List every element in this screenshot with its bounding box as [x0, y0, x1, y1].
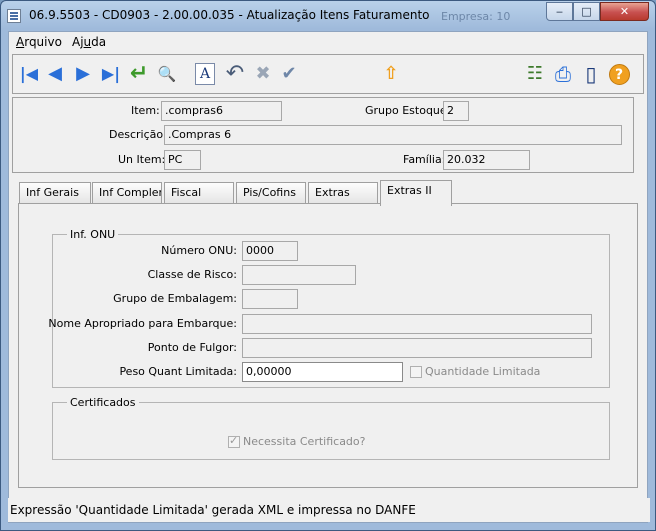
un-item-field[interactable]: PC	[164, 150, 201, 170]
edit-document-button[interactable]: A	[195, 63, 215, 85]
application-window: 06.9.5503 - CD0903 - 2.00.00.035 - Atual…	[0, 0, 656, 531]
next-record-icon: ▶	[76, 63, 90, 84]
goto-icon: ↵	[129, 61, 149, 86]
grupo-embalagem-label: Grupo de Embalagem:	[113, 292, 237, 305]
upload-button[interactable]: ⇧	[379, 61, 403, 87]
ponto-fulgor-label: Ponto de Fulgor:	[147, 341, 237, 354]
delete-button[interactable]: ✖	[251, 61, 275, 87]
quantidade-limitada-label: Quantidade Limitada	[425, 365, 541, 378]
status-bar: Expressão 'Quantidade Limitada' gerada X…	[8, 498, 650, 522]
un-item-label: Un Item:	[118, 153, 166, 166]
maximize-button[interactable]: □	[573, 2, 600, 21]
delete-icon: ✖	[255, 63, 271, 84]
exit-icon: ▯	[585, 62, 597, 86]
descricao-field[interactable]: .Compras 6	[164, 125, 622, 145]
confirm-button[interactable]: ✔	[277, 61, 301, 87]
previous-record-icon: ◀	[48, 63, 62, 84]
menu-ajuda[interactable]: Ajuda	[72, 35, 106, 49]
familia-field[interactable]: 20.032	[443, 150, 530, 170]
certificados-group-title: Certificados	[67, 396, 139, 409]
item-field[interactable]: .compras6	[161, 101, 282, 121]
upload-icon: ⇧	[383, 63, 399, 84]
certificados-group: Certificados Necessita Certificado?	[52, 396, 610, 460]
confirm-icon: ✔	[281, 63, 297, 84]
tab-inf-complementares[interactable]: Inf Complementares	[92, 182, 162, 204]
search-icon: 🔍	[157, 65, 177, 83]
last-record-button[interactable]: ▶|	[99, 61, 123, 87]
numero-onu-field[interactable]: 0000	[242, 241, 298, 261]
quantidade-limitada-checkbox[interactable]	[410, 366, 422, 378]
undo-button[interactable]: ↶	[223, 61, 247, 87]
undo-icon: ↶	[225, 61, 245, 86]
inf-onu-group-title: Inf. ONU	[67, 228, 119, 241]
tree-icon: ☷	[526, 63, 544, 84]
print-icon: ⎙	[555, 62, 571, 86]
app-icon	[7, 9, 21, 23]
goto-button[interactable]: ↵	[127, 61, 151, 87]
tree-button[interactable]: ☷	[523, 61, 547, 87]
inf-onu-group: Inf. ONU Número ONU: 0000 Classe de Risc…	[48, 228, 610, 388]
search-button[interactable]: 🔍	[155, 61, 179, 87]
descricao-label: Descrição:	[109, 128, 167, 141]
menu-arquivo[interactable]: Arquivo	[16, 35, 62, 49]
tab-fiscal[interactable]: Fiscal	[164, 182, 234, 204]
first-record-button[interactable]: |◀	[17, 61, 41, 87]
tab-extras-ii[interactable]: Extras II	[380, 180, 452, 206]
print-button[interactable]: ⎙	[551, 61, 575, 87]
classe-risco-field[interactable]	[242, 265, 356, 285]
grupo-embalagem-field[interactable]	[242, 289, 298, 309]
tab-pis-cofins[interactable]: Pis/Cofins	[236, 182, 306, 204]
numero-onu-label: Número ONU:	[161, 244, 237, 257]
next-record-button[interactable]: ▶	[71, 61, 95, 87]
first-record-icon: |◀	[19, 64, 39, 83]
last-record-icon: ▶|	[101, 64, 121, 83]
help-icon: ?	[608, 64, 630, 85]
grupo-estoque-field[interactable]: 2	[443, 101, 469, 121]
menu-bar: Arquivo Ajuda	[9, 32, 647, 52]
exit-button[interactable]: ▯	[579, 61, 603, 87]
tab-strip: Inf Gerais Inf Complementares Fiscal Pis…	[18, 180, 638, 206]
item-label: Item:	[131, 104, 160, 117]
minimize-button[interactable]: ‒	[546, 2, 573, 21]
tab-extras[interactable]: Extras	[308, 182, 378, 204]
close-button[interactable]: ✕	[600, 2, 649, 21]
help-button[interactable]: ?	[607, 61, 631, 87]
grupo-estoque-label: Grupo Estoque:	[365, 104, 451, 117]
toolbar: |◀ ◀ ▶ ▶| ↵ 🔍 A ↶ ✖ ✔ ⇧ ☷ ⎙ ▯ ?	[12, 54, 644, 94]
ponto-fulgor-field[interactable]	[242, 338, 592, 358]
necessita-certificado-label: Necessita Certificado?	[243, 435, 366, 448]
item-header-panel: Item: .compras6 Grupo Estoque: 2 Descriç…	[12, 97, 634, 173]
client-area: Arquivo Ajuda |◀ ◀ ▶ ▶| ↵ 🔍 A ↶ ✖ ✔ ⇧ ☷ …	[8, 31, 648, 523]
tab-inf-gerais[interactable]: Inf Gerais	[19, 182, 91, 204]
previous-record-button[interactable]: ◀	[43, 61, 67, 87]
necessita-certificado-checkbox[interactable]	[228, 434, 240, 448]
extras-ii-panel: Inf. ONU Número ONU: 0000 Classe de Risc…	[18, 203, 638, 488]
familia-label: Família:	[403, 153, 446, 166]
classe-risco-label: Classe de Risco:	[147, 268, 237, 281]
nome-embarque-label: Nome Apropriado para Embarque:	[48, 317, 237, 330]
peso-quant-limitada-field[interactable]: 0,00000	[242, 362, 403, 382]
background-window-label: Empresa: 10	[441, 10, 511, 23]
window-title: 06.9.5503 - CD0903 - 2.00.00.035 - Atual…	[29, 8, 430, 22]
title-bar[interactable]: 06.9.5503 - CD0903 - 2.00.00.035 - Atual…	[1, 1, 655, 31]
nome-embarque-field[interactable]	[242, 314, 592, 334]
edit-document-icon: A	[199, 66, 211, 82]
peso-quant-limitada-label: Peso Quant Limitada:	[119, 365, 237, 378]
